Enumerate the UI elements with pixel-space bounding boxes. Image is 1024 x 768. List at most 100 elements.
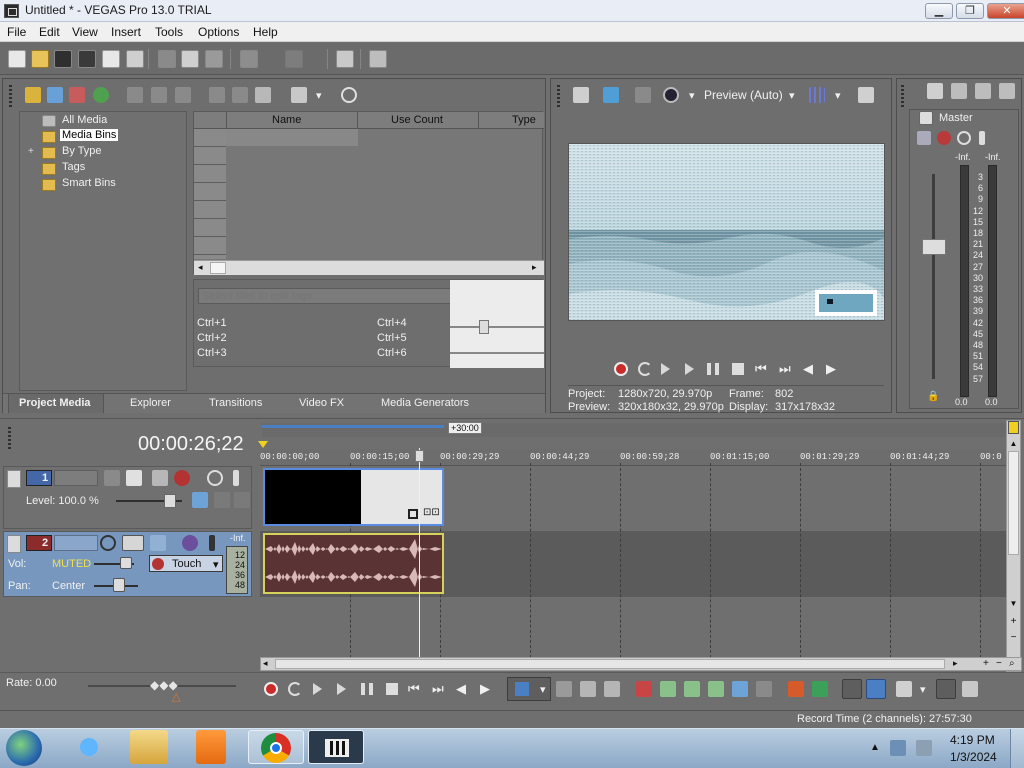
edit-tool-icon[interactable] <box>336 50 354 68</box>
show-desktop-button[interactable] <box>1010 729 1024 768</box>
vegas-taskbar-button[interactable] <box>308 730 364 764</box>
track-minimize-icon[interactable] <box>7 535 21 553</box>
column-use-count[interactable]: Use Count <box>359 112 479 129</box>
split-screen-icon[interactable] <box>635 87 651 103</box>
whats-this-help-icon[interactable] <box>369 50 387 68</box>
play-from-start-button[interactable] <box>661 363 670 375</box>
lock-envelopes-icon[interactable] <box>962 681 978 697</box>
open-icon[interactable] <box>31 50 49 68</box>
new-project-icon[interactable] <box>8 50 26 68</box>
volume-slider[interactable] <box>120 557 132 569</box>
remove-media-icon[interactable] <box>127 87 143 103</box>
go-to-end-button[interactable]: ⏭ <box>779 361 791 377</box>
master-solo-icon[interactable] <box>979 131 985 145</box>
overlays-icon[interactable] <box>809 87 825 103</box>
pan-slider[interactable] <box>113 578 125 592</box>
downmix-icon[interactable] <box>951 83 967 99</box>
internet-explorer-icon[interactable] <box>70 730 108 764</box>
zoom-in-icon[interactable]: + <box>1008 617 1019 628</box>
start-button[interactable] <box>6 730 42 766</box>
master-fx-icon[interactable] <box>937 131 951 145</box>
capture-video-icon[interactable] <box>47 87 63 103</box>
trim-icon[interactable] <box>660 681 676 697</box>
close-button[interactable]: ✕ <box>987 3 1024 19</box>
trim-end-icon[interactable] <box>708 681 724 697</box>
insert-marker-icon[interactable] <box>788 681 804 697</box>
menu-help[interactable]: Help <box>253 25 278 39</box>
automation-mode-dropdown[interactable]: Touch ▾ <box>149 555 223 572</box>
envelope-edit-tool[interactable] <box>556 681 572 697</box>
tab-transitions[interactable]: Transitions <box>209 397 262 409</box>
timeline-go-start[interactable]: ⏮ <box>408 681 420 697</box>
timeline-go-end[interactable]: ⏭ <box>432 681 444 697</box>
loop-playback-button[interactable] <box>638 362 652 376</box>
tree-all-media[interactable]: All Media <box>62 114 107 126</box>
tree-tags[interactable]: Tags <box>62 161 85 173</box>
audio-track-motion-icon[interactable] <box>150 535 166 551</box>
copy-icon[interactable] <box>181 50 199 68</box>
timeline-marker-icon[interactable] <box>1008 421 1019 434</box>
column-type[interactable]: Type <box>480 112 544 129</box>
render-as-icon[interactable] <box>102 50 120 68</box>
undo-icon[interactable] <box>240 50 258 68</box>
fade-icon[interactable] <box>192 492 208 508</box>
search-icon[interactable] <box>341 87 357 103</box>
media-player-icon[interactable] <box>196 730 226 764</box>
auto-crossfade-icon[interactable] <box>866 679 886 699</box>
go-to-start-button[interactable]: ⏮ <box>755 361 767 377</box>
external-monitor-icon[interactable] <box>603 87 619 103</box>
insert-bus-icon[interactable] <box>999 83 1015 99</box>
selection-edit-tool[interactable] <box>580 681 596 697</box>
compositing-mode-icon[interactable] <box>104 470 120 486</box>
track-down-icon[interactable] <box>214 492 230 508</box>
quality-dropdown-icon[interactable]: ▾ <box>789 89 795 102</box>
timeline-vscrollbar[interactable]: ▲ ▼ + − <box>1006 420 1021 672</box>
paste-icon[interactable] <box>205 50 223 68</box>
tree-smart-bins[interactable]: Smart Bins <box>62 177 116 189</box>
master-mute-icon[interactable] <box>957 131 971 145</box>
tree-media-bins[interactable]: Media Bins <box>60 129 119 141</box>
menu-options[interactable]: Options <box>198 25 239 39</box>
redo-icon[interactable] <box>285 50 303 68</box>
delete-icon[interactable] <box>636 681 652 697</box>
trim-start-icon[interactable] <box>684 681 700 697</box>
playhead-cursor[interactable] <box>419 448 420 658</box>
tab-video-fx[interactable]: Video FX <box>299 397 344 409</box>
make-compositing-child-icon[interactable] <box>126 470 142 486</box>
lock-icon[interactable]: 🔒 <box>927 391 939 402</box>
record-button[interactable] <box>614 362 628 376</box>
audio-track-name-field[interactable] <box>54 535 98 551</box>
save-as-icon[interactable] <box>78 50 96 68</box>
media-fx-icon[interactable] <box>175 87 191 103</box>
save-icon[interactable] <box>54 50 72 68</box>
play-button[interactable] <box>685 363 694 375</box>
expand-by-type-icon[interactable]: + <box>28 146 34 157</box>
audio-fx-icon[interactable] <box>182 535 198 551</box>
preview-properties-icon[interactable] <box>573 87 589 103</box>
marker-icon[interactable] <box>258 441 268 448</box>
arm-for-record-icon[interactable] <box>100 535 116 551</box>
split-icon[interactable] <box>732 681 748 697</box>
stop-preview-icon[interactable] <box>232 87 248 103</box>
timeline-stop-button[interactable] <box>386 683 398 695</box>
auto-preview-icon[interactable] <box>255 87 271 103</box>
properties-icon[interactable] <box>126 50 144 68</box>
timeline-loop-button[interactable] <box>288 682 302 696</box>
copy-snapshot-icon[interactable] <box>858 87 874 103</box>
preview-fx-dropdown-icon[interactable]: ▾ <box>689 89 695 102</box>
menu-insert[interactable]: Insert <box>111 25 141 39</box>
timeline-play-button[interactable] <box>337 683 346 695</box>
track-fx-chain-icon[interactable] <box>122 535 144 551</box>
previous-frame-button[interactable]: ◀ <box>803 361 813 377</box>
event-fx-icon[interactable]: ⊡⊡ <box>423 507 440 518</box>
track-minimize-icon[interactable] <box>7 470 21 488</box>
timeline-pause-button[interactable] <box>361 683 373 695</box>
timeline-record-button[interactable] <box>264 682 278 696</box>
timeline-play-from-start[interactable] <box>313 683 322 695</box>
tab-media-generators[interactable]: Media Generators <box>381 397 469 409</box>
timeline-next-frame[interactable]: ▶ <box>480 681 490 697</box>
vegas-app-icon[interactable] <box>4 4 19 18</box>
chrome-taskbar-button[interactable] <box>248 730 304 764</box>
event-pan-crop-icon[interactable] <box>408 509 418 519</box>
network-icon[interactable] <box>890 740 906 756</box>
